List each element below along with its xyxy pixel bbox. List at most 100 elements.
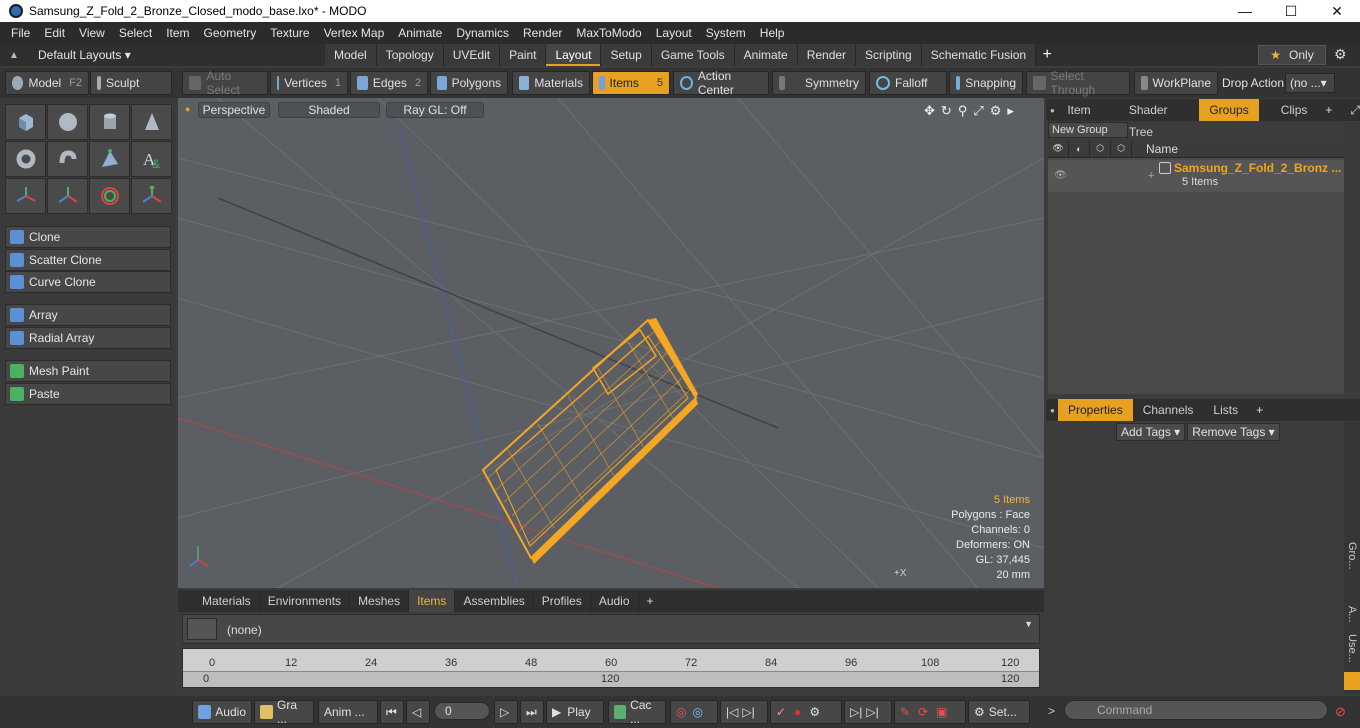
pen-tool-icon[interactable] <box>89 141 130 177</box>
tab-animate[interactable]: Animate <box>734 44 798 66</box>
audio-button[interactable]: Audio <box>192 700 252 724</box>
scatter-clone-button[interactable]: Scatter Clone <box>5 249 171 271</box>
orbit-icon[interactable]: ↻ <box>941 103 952 119</box>
minimize-button[interactable]: — <box>1222 0 1268 22</box>
shading-dropdown[interactable]: Shaded <box>278 102 380 118</box>
mesh-paint-button[interactable]: Mesh Paint <box>5 360 171 382</box>
rotate-tool-icon[interactable] <box>89 178 130 214</box>
tab-layout[interactable]: Layout <box>546 44 602 66</box>
item-preset-bar[interactable]: (none) ▼ <box>182 614 1040 644</box>
menu-animate[interactable]: Animate <box>391 26 449 40</box>
viewport-expand-icon[interactable]: ▸ <box>1007 103 1014 119</box>
collapse-arrow-icon[interactable]: ▲ <box>0 50 28 61</box>
pan-icon[interactable]: ✥ <box>924 103 935 119</box>
gear-icon[interactable]: ⚙ <box>1334 46 1347 63</box>
record-controls[interactable]: ✓ ● ⚙ <box>770 700 842 724</box>
select-through-button[interactable]: Select Through <box>1026 69 1130 97</box>
step-back-icon[interactable]: ◁ <box>406 700 430 724</box>
items-button[interactable]: Items 5 <box>592 71 670 95</box>
falloff-button[interactable]: Falloff <box>869 71 947 95</box>
visibility-column-icon[interactable]: 👁 <box>1048 139 1069 158</box>
curve-clone-button[interactable]: Curve Clone <box>5 271 171 293</box>
viewport-menu-icon[interactable]: ● <box>185 104 190 114</box>
tab-render[interactable]: Render <box>797 44 857 66</box>
frame-input[interactable]: 0 <box>434 702 490 720</box>
tab-schematic-fusion[interactable]: Schematic Fusion <box>921 44 1037 66</box>
tab-groups[interactable]: Groups <box>1199 99 1259 121</box>
remove-tags-button[interactable]: Remove Tags ▾ <box>1187 423 1280 441</box>
cache-button[interactable]: Cac ... <box>608 698 666 726</box>
tab-game-tools[interactable]: Game Tools <box>651 44 735 66</box>
move-tool-icon[interactable] <box>47 178 88 214</box>
radial-array-button[interactable]: Radial Array <box>5 327 171 349</box>
panel-expand-icon[interactable]: ⤢ <box>1340 103 1360 118</box>
menu-select[interactable]: Select <box>112 26 159 40</box>
new-group-button[interactable]: New Group <box>1048 122 1128 138</box>
command-input[interactable]: Command <box>1064 700 1328 720</box>
graph-editor-button[interactable]: Gra ... <box>254 698 314 726</box>
tab-meshes[interactable]: Meshes <box>350 590 410 612</box>
tab-topology[interactable]: Topology <box>376 44 444 66</box>
side-active-marker[interactable] <box>1344 672 1360 690</box>
model-mode-button[interactable]: Model F2 <box>5 71 89 95</box>
lock-column-icon[interactable]: ⬡ <box>1090 139 1111 158</box>
maximize-icon[interactable]: ⤢ <box>973 103 983 119</box>
tab-uvedit[interactable]: UVEdit <box>443 44 501 66</box>
group-row[interactable]: 👁 + Samsung_Z_Fold_2_Bronz ... 5 Items <box>1048 160 1344 192</box>
render-column-icon[interactable]: ◐ <box>1069 139 1090 158</box>
row-visibility-icon[interactable]: 👁 <box>1054 170 1067 181</box>
add-tags-button[interactable]: Add Tags ▾ <box>1116 423 1186 441</box>
add-panel-tab-icon[interactable]: + <box>1317 103 1340 117</box>
symmetry-button[interactable]: Symmetry <box>772 71 866 95</box>
capsule-tool-icon[interactable] <box>47 141 88 177</box>
group-name[interactable]: Samsung_Z_Fold_2_Bronz ... <box>1174 161 1341 175</box>
go-to-start-icon[interactable]: ⏮ <box>380 700 404 724</box>
torus-tool-icon[interactable] <box>5 141 46 177</box>
phone-model-wireframe[interactable] <box>481 318 698 564</box>
tab-shader-tree[interactable]: Shader Tree <box>1119 99 1199 139</box>
only-toggle[interactable]: ★ Only <box>1258 45 1326 65</box>
clone-button[interactable]: Clone <box>5 226 171 248</box>
side-label-groups[interactable]: Gro... <box>1346 542 1358 582</box>
zoom-icon[interactable]: ⚲ <box>958 103 968 119</box>
cube-tool-icon[interactable] <box>5 104 46 140</box>
text-tool-icon[interactable]: A & <box>131 141 172 177</box>
viewport-gear-icon[interactable]: ⚙ <box>990 103 1002 119</box>
play-button[interactable]: ▶ Play <box>546 700 604 724</box>
menu-vertex-map[interactable]: Vertex Map <box>317 26 392 40</box>
menu-render[interactable]: Render <box>516 26 569 40</box>
tab-lists[interactable]: Lists <box>1203 399 1248 421</box>
maximize-button[interactable]: ☐ <box>1268 0 1314 22</box>
settings-button[interactable]: ⚙ Set... <box>968 700 1030 724</box>
close-button[interactable]: ✕ <box>1314 0 1360 22</box>
panel-menu-icon[interactable]: ● <box>1046 106 1057 115</box>
tab-materials[interactable]: Materials <box>194 590 260 612</box>
cone-tool-icon[interactable] <box>131 104 172 140</box>
menu-geometry[interactable]: Geometry <box>197 26 264 40</box>
side-label-use[interactable]: Use... <box>1346 634 1358 663</box>
view-type-dropdown[interactable]: Perspective <box>198 102 270 118</box>
drop-action-select[interactable]: (no ...▾ <box>1285 73 1335 93</box>
add-tab-button[interactable]: + <box>1036 44 1058 66</box>
tab-model[interactable]: Model <box>325 44 377 66</box>
expand-plus-icon[interactable]: + <box>1148 170 1154 182</box>
groups-scrollbar[interactable] <box>1344 122 1360 392</box>
menu-view[interactable]: View <box>72 26 112 40</box>
menu-edit[interactable]: Edit <box>37 26 72 40</box>
edges-button[interactable]: Edges 2 <box>350 71 428 95</box>
scale-tool-icon[interactable] <box>131 178 172 214</box>
add-properties-tab-icon[interactable]: + <box>1248 403 1271 417</box>
item-dropdown-arrow-icon[interactable]: ▼ <box>1024 619 1033 629</box>
raygl-dropdown[interactable]: Ray GL: Off <box>386 102 484 118</box>
menu-texture[interactable]: Texture <box>263 26 316 40</box>
menu-file[interactable]: File <box>4 26 37 40</box>
select-column-icon[interactable]: ⬡ <box>1111 139 1132 158</box>
menu-system[interactable]: System <box>699 26 753 40</box>
tab-channels[interactable]: Channels <box>1133 399 1204 421</box>
cylinder-tool-icon[interactable] <box>89 104 130 140</box>
anim-dropdown[interactable]: Anim ... <box>318 700 378 724</box>
command-expand-icon[interactable]: > <box>1048 704 1055 718</box>
timeline[interactable]: 0 12 24 36 48 60 72 84 96 108 120 0 120 … <box>182 648 1040 688</box>
sphere-tool-icon[interactable] <box>47 104 88 140</box>
materials-button[interactable]: Materials <box>512 71 590 95</box>
